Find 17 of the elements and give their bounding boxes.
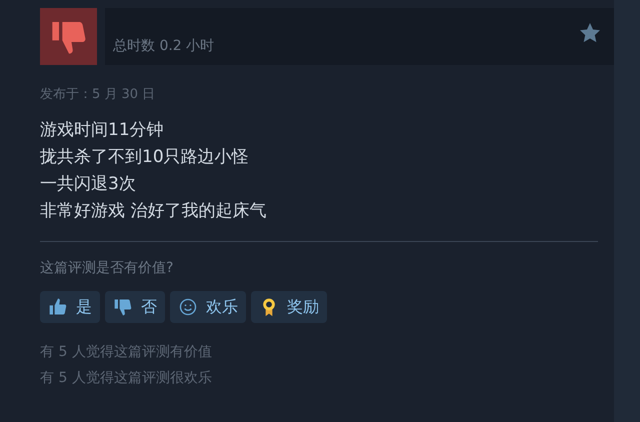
review-text-line: 拢共杀了不到10只路边小怪 bbox=[40, 146, 250, 168]
vote-count-text: 有 5 人觉得这篇评测有价值 bbox=[40, 342, 213, 362]
star-icon[interactable] bbox=[578, 21, 602, 45]
posted-date: 发布于：5 月 30 日 bbox=[40, 86, 156, 104]
vote-count-text: 有 5 人觉得这篇评测很欢乐 bbox=[40, 368, 213, 388]
vote-button[interactable]: 是 bbox=[40, 290, 100, 322]
playtime-text: 总时数 0.2 小时 bbox=[113, 37, 214, 56]
review-text-line: 游戏时间11分钟 bbox=[40, 118, 165, 142]
smiley-icon bbox=[178, 296, 198, 316]
thumbs-up-icon bbox=[48, 296, 68, 316]
thumbs-down-icon bbox=[113, 296, 133, 316]
helpful-question: 这篇评测是否有价值? bbox=[40, 258, 174, 278]
review-text-line: 一共闪退3次 bbox=[40, 172, 137, 196]
vote-button[interactable]: 欢乐 bbox=[170, 290, 246, 322]
review-text-line: 非常好游戏 治好了我的起床气 bbox=[40, 200, 268, 222]
vote-button[interactable]: 否 bbox=[105, 290, 165, 322]
vote-button[interactable]: 奖励 bbox=[251, 290, 327, 322]
